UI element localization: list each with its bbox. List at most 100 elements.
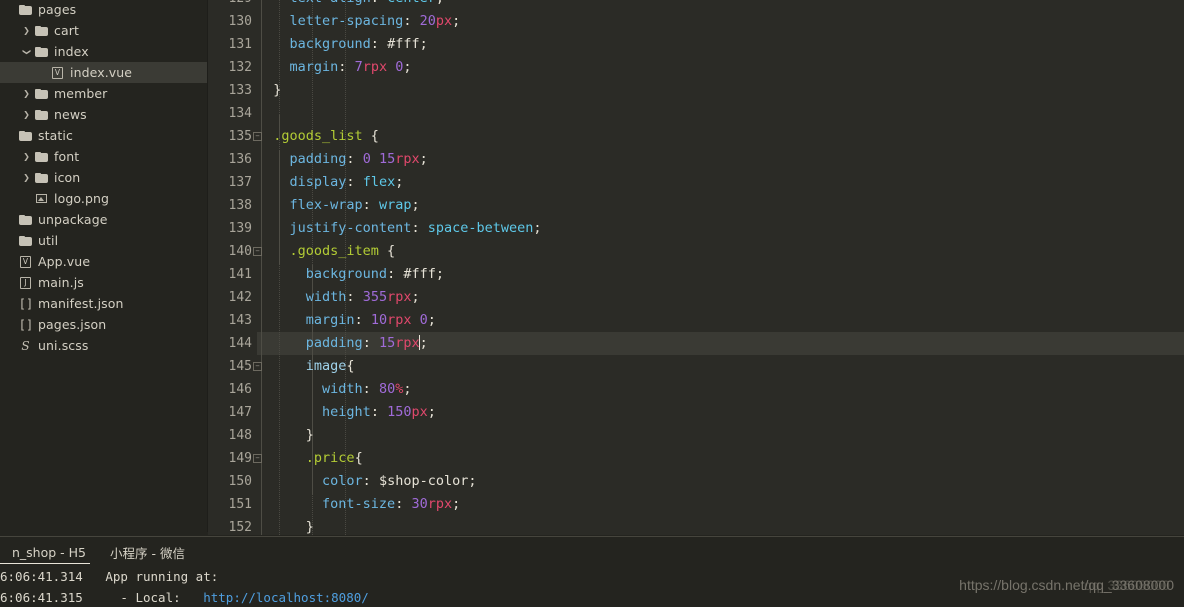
console-tab-bar[interactable]: n_shop - H5 小程序 - 微信 <box>0 537 1184 567</box>
code-token: text-align <box>290 0 371 6</box>
code-token: padding <box>289 151 347 167</box>
code-token: 0 <box>419 312 428 328</box>
code-token: rpx <box>427 496 453 512</box>
chevron-down-icon[interactable]: ❯ <box>20 41 33 62</box>
code-token: center <box>387 0 436 6</box>
console-message: App running at: <box>82 569 219 584</box>
fold-toggle-icon[interactable]: − <box>253 362 262 371</box>
tree-item-static[interactable]: static <box>0 125 207 146</box>
code-token: 7 <box>354 59 363 75</box>
tree-item-icon[interactable]: ❯ icon <box>0 167 207 188</box>
code-token: 355 <box>362 289 388 305</box>
code-token: : <box>371 0 387 6</box>
folder-icon <box>33 20 50 41</box>
fold-toggle-icon[interactable]: − <box>253 247 262 256</box>
folder-icon <box>17 125 34 146</box>
tree-item-util[interactable]: util <box>0 230 207 251</box>
scss-file-icon: S <box>21 338 30 353</box>
line-number: 139 <box>228 221 252 236</box>
tree-item-main-js[interactable]: Jmain.js <box>0 272 207 293</box>
project-file-tree[interactable]: pages ❯ cart ❯ index Vindex.vue ❯ member ❯ news st… <box>0 0 208 532</box>
code-token: rpx <box>395 335 420 351</box>
console-tab-label: 小程序 - 微信 <box>110 545 185 561</box>
tree-item-pages-json[interactable]: [ ] pages.json <box>0 314 207 335</box>
code-token: flex <box>362 174 396 190</box>
folder-icon <box>17 209 34 230</box>
code-line-text: letter-spacing: 20px; <box>257 10 461 33</box>
chevron-right-icon[interactable]: ❯ <box>20 104 33 125</box>
code-line-text: text-align: center; <box>257 0 444 10</box>
console-tab[interactable]: 小程序 - 微信 <box>98 537 197 567</box>
code-line-text: } <box>257 79 281 102</box>
code-token: margin <box>289 59 339 75</box>
chevron-right-icon[interactable]: ❯ <box>20 167 33 188</box>
tree-item-app-vue[interactable]: V App.vue <box>0 251 207 272</box>
tree-item-label: static <box>38 128 73 143</box>
tree-item-index-vue[interactable]: Vindex.vue <box>0 62 207 83</box>
code-line-text: font-size: 30rpx; <box>257 493 460 516</box>
code-token: 150 <box>387 404 412 420</box>
line-number: 141 <box>228 267 252 282</box>
tree-item-unpackage[interactable]: unpackage <box>0 209 207 230</box>
folder-icon <box>33 83 50 104</box>
code-token: .goods_list <box>273 128 363 144</box>
tree-item-manifest-json[interactable]: [ ] manifest.json <box>0 293 207 314</box>
code-token: height <box>322 404 371 420</box>
code-token: display <box>289 174 347 190</box>
code-token: ; <box>436 0 444 6</box>
code-line-text: flex-wrap: wrap; <box>257 194 420 217</box>
tree-item-index[interactable]: ❯ index <box>0 41 207 62</box>
tree-item-label: pages <box>38 2 77 17</box>
tree-item-member[interactable]: ❯ member <box>0 83 207 104</box>
code-token: : <box>346 174 363 190</box>
tree-item-news[interactable]: ❯ news <box>0 104 207 125</box>
fold-toggle-icon[interactable]: − <box>253 132 262 141</box>
console-tab[interactable]: n_shop - H5 <box>0 537 98 567</box>
code-line-text: .goods_item { <box>257 240 396 263</box>
console-link[interactable]: http://localhost:8080/ <box>203 590 369 605</box>
code-token: rpx <box>387 289 412 305</box>
code-token: px <box>435 13 453 29</box>
tree-item-logo-png[interactable]: logo.png <box>0 188 207 209</box>
tree-item-font[interactable]: ❯ font <box>0 146 207 167</box>
console-timestamp: 6:06:41.315 <box>0 590 83 605</box>
code-token: ; <box>411 289 420 305</box>
tree-item-pages[interactable]: pages <box>0 0 207 20</box>
tree-item-uni-scss[interactable]: Suni.scss <box>0 335 207 356</box>
js-file-icon: J <box>17 272 34 293</box>
chevron-right-icon[interactable]: ❯ <box>20 146 33 167</box>
tree-item-cart[interactable]: ❯ cart <box>0 20 207 41</box>
code-token: : <box>362 197 379 213</box>
chevron-right-icon[interactable]: ❯ <box>20 83 33 104</box>
code-token: 80 <box>378 381 396 397</box>
line-number: 129 <box>208 0 257 10</box>
code-line-text: image{ <box>257 355 355 378</box>
code-token: ; <box>452 13 461 29</box>
chevron-right-icon[interactable]: ❯ <box>20 20 33 41</box>
code-token: 30 <box>411 496 428 512</box>
code-editor[interactable]: 129 text-align: center; 130 letter-spacin… <box>208 0 1184 535</box>
code-token: } <box>257 519 314 535</box>
fold-toggle-icon[interactable]: − <box>253 454 262 463</box>
code-token: image <box>305 358 347 374</box>
code-token: font-size <box>322 496 396 512</box>
code-token: margin <box>305 312 355 328</box>
tree-item-label: uni.scss <box>38 338 89 353</box>
code-token: : <box>354 312 371 328</box>
code-token: background <box>305 266 388 282</box>
tree-item-label: main.js <box>38 275 84 290</box>
code-token: : <box>411 220 428 236</box>
